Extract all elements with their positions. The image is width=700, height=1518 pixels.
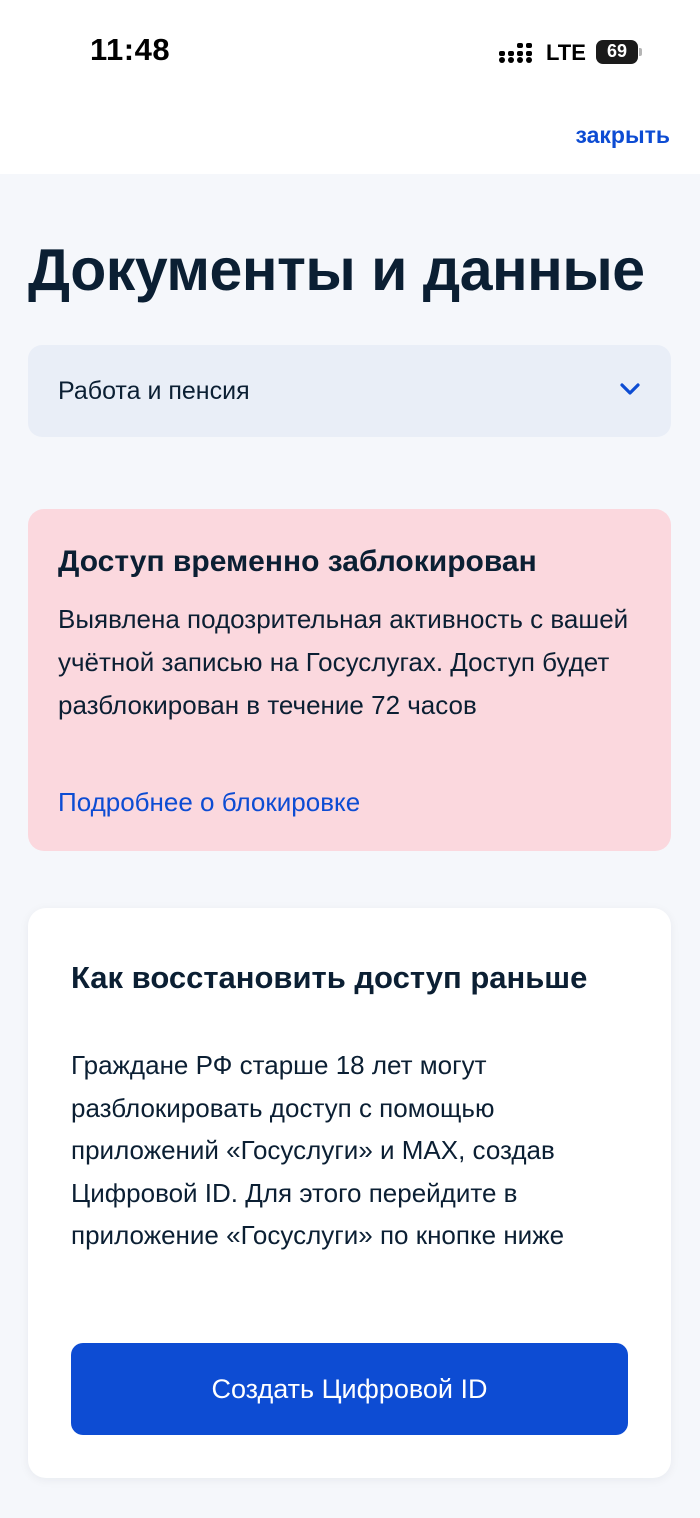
alert-title: Доступ временно заблокирован bbox=[58, 545, 537, 578]
status-time: 11:48 bbox=[90, 32, 171, 67]
category-select[interactable]: Работа и пенсия bbox=[28, 345, 671, 437]
network-label: LTE bbox=[546, 40, 586, 65]
category-select-value: Работа и пенсия bbox=[58, 377, 250, 405]
battery-icon: 69 bbox=[596, 40, 642, 64]
close-link[interactable]: закрыть bbox=[575, 122, 670, 149]
restore-access-text: Граждане РФ старше 18 лет могут разблоки… bbox=[71, 1050, 565, 1250]
restore-access-title: Как восстановить доступ раньше bbox=[71, 960, 588, 995]
access-blocked-alert: Доступ временно заблокирован Выявлена по… bbox=[28, 509, 671, 851]
restore-access-card: Как восстановить доступ раньше Граждане … bbox=[28, 908, 671, 1478]
top-nav: закрыть bbox=[0, 100, 700, 174]
chevron-down-icon bbox=[620, 383, 640, 395]
block-details-link[interactable]: Подробнее о блокировке bbox=[58, 787, 360, 818]
status-bar: 11:48 LTE 69 bbox=[0, 0, 700, 100]
alert-text: Выявлена подозрительная активность с ваш… bbox=[58, 604, 629, 720]
signal-icon bbox=[499, 43, 532, 63]
battery-level: 69 bbox=[606, 41, 628, 61]
page-title: Документы и данные bbox=[28, 237, 645, 303]
create-digital-id-button[interactable]: Создать Цифровой ID bbox=[71, 1343, 628, 1435]
